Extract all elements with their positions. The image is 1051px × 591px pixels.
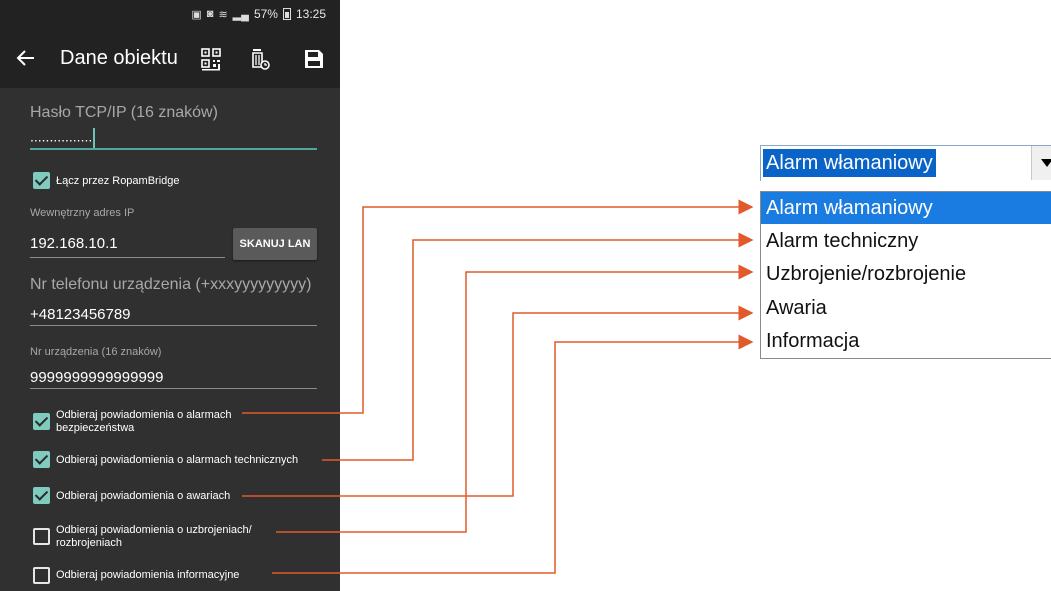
option-information[interactable]: Informacja: [761, 325, 1051, 357]
option-technical-alarm[interactable]: Alarm techniczny: [761, 225, 1051, 257]
event-type-list: Alarm włamaniowy Alarm techniczny Uzbroj…: [760, 191, 1051, 359]
event-type-select[interactable]: Alarm włamaniowy: [760, 145, 1051, 181]
arrow-info-to-information: [272, 334, 754, 574]
arrow-failure-to-failure: [242, 305, 754, 497]
option-failure[interactable]: Awaria: [761, 292, 1051, 324]
select-current-value: Alarm włamaniowy: [763, 149, 936, 177]
option-burglary-alarm[interactable]: Alarm włamaniowy: [761, 192, 1051, 224]
dropdown-arrow-icon: [1041, 159, 1051, 167]
select-toggle-button[interactable]: [1031, 146, 1051, 180]
option-arming[interactable]: Uzbrojenie/rozbrojenie: [761, 258, 1051, 290]
arrow-technical-to-technical: [322, 232, 754, 461]
arrow-arming-to-arming: [276, 264, 754, 533]
arrow-security-to-burglary: [242, 199, 754, 414]
